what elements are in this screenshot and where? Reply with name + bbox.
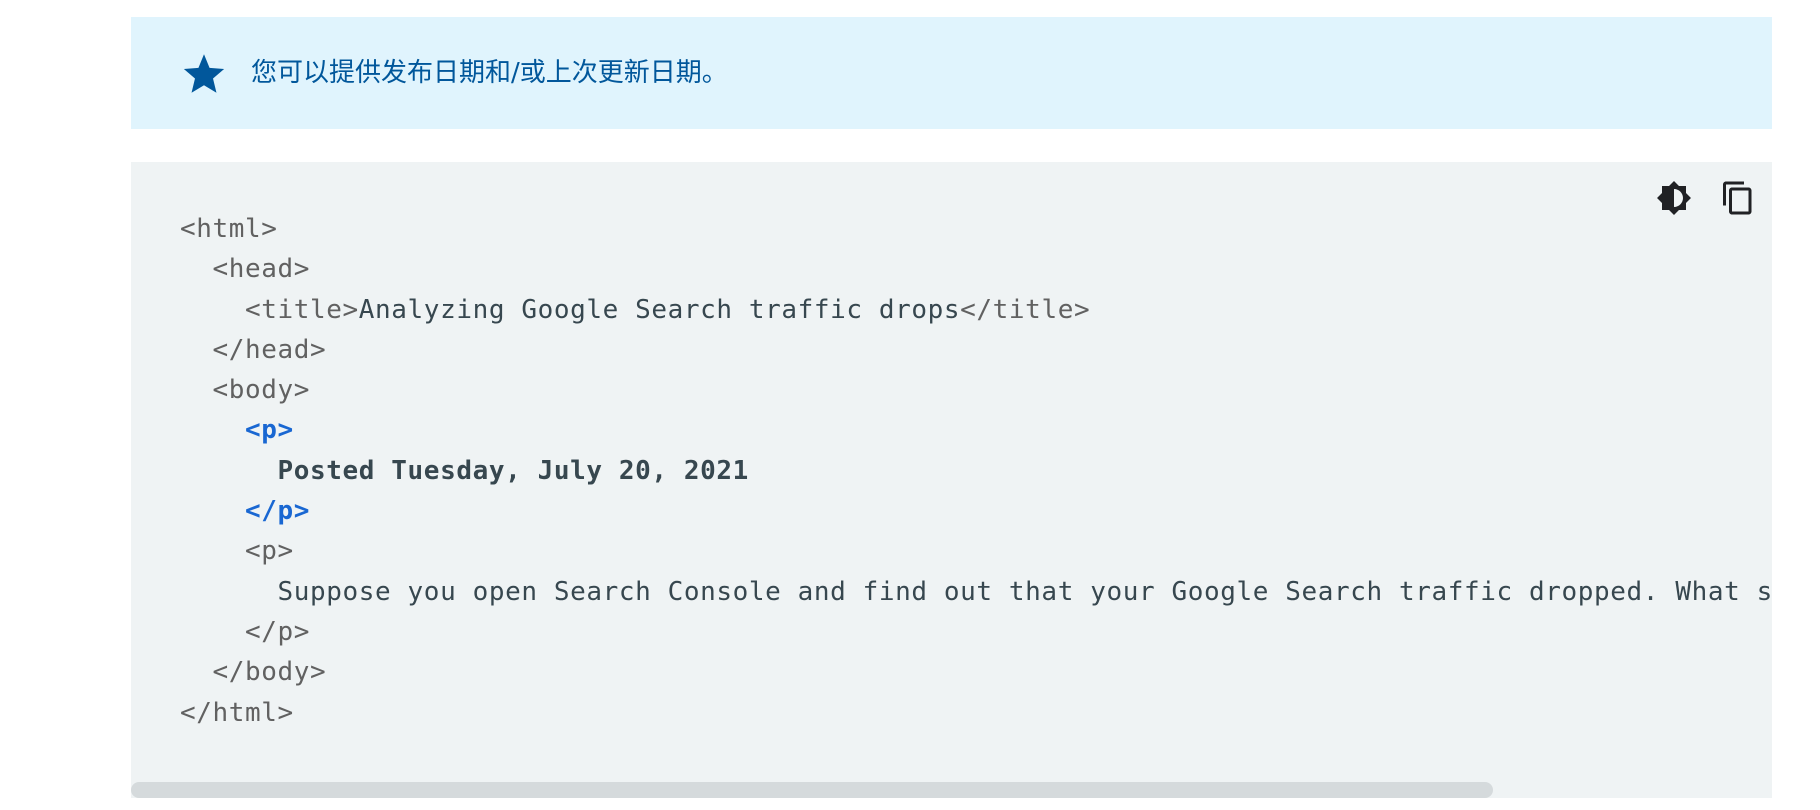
page: 您可以提供发布日期和/或上次更新日期。 <html> <head> <title… (0, 0, 1820, 810)
star-icon (181, 50, 227, 96)
code-line: Suppose you open Search Console and find… (180, 572, 1772, 612)
code-content: <html> <head> <title>Analyzing Google Se… (180, 209, 1772, 733)
code-line: <html> (180, 209, 1772, 249)
code-line: </p> (180, 491, 1772, 531)
code-text: Posted Tuesday, July 20, 2021 (277, 455, 749, 486)
code-tag: <title> (245, 294, 359, 325)
code-line: <head> (180, 249, 1772, 289)
code-tag: <html> (180, 214, 278, 244)
code-line: <p> (180, 531, 1772, 571)
code-line: </p> (180, 612, 1772, 652)
code-tag: </body> (212, 657, 327, 688)
code-tag: </html> (180, 697, 294, 728)
code-line: </body> (180, 652, 1772, 692)
code-line: </head> (180, 330, 1772, 370)
code-line: Posted Tuesday, July 20, 2021 (180, 451, 1772, 491)
code-tag: </title> (960, 294, 1091, 325)
code-tag: </p> (245, 496, 311, 527)
code-text: Suppose you open Search Console and find… (277, 576, 1772, 607)
code-line: <p> (180, 410, 1772, 450)
note-callout: 您可以提供发布日期和/或上次更新日期。 (131, 17, 1772, 129)
code-tag: </p> (245, 616, 311, 647)
code-tag: <head> (212, 254, 311, 285)
code-tag: </head> (212, 334, 327, 365)
code-line: </html> (180, 693, 1772, 733)
code-tag: <p> (245, 415, 294, 446)
code-tag: <p> (245, 536, 294, 567)
code-block: <html> <head> <title>Analyzing Google Se… (131, 162, 1772, 798)
scrollbar-thumb[interactable] (131, 782, 1493, 798)
note-text: 您可以提供发布日期和/或上次更新日期。 (251, 58, 728, 88)
horizontal-scrollbar[interactable] (131, 782, 1772, 798)
code-tag: <body> (212, 375, 311, 406)
code-text: Analyzing Google Search traffic drops (358, 294, 961, 325)
code-line: <body> (180, 370, 1772, 410)
code-line: <title>Analyzing Google Search traffic d… (180, 290, 1772, 330)
